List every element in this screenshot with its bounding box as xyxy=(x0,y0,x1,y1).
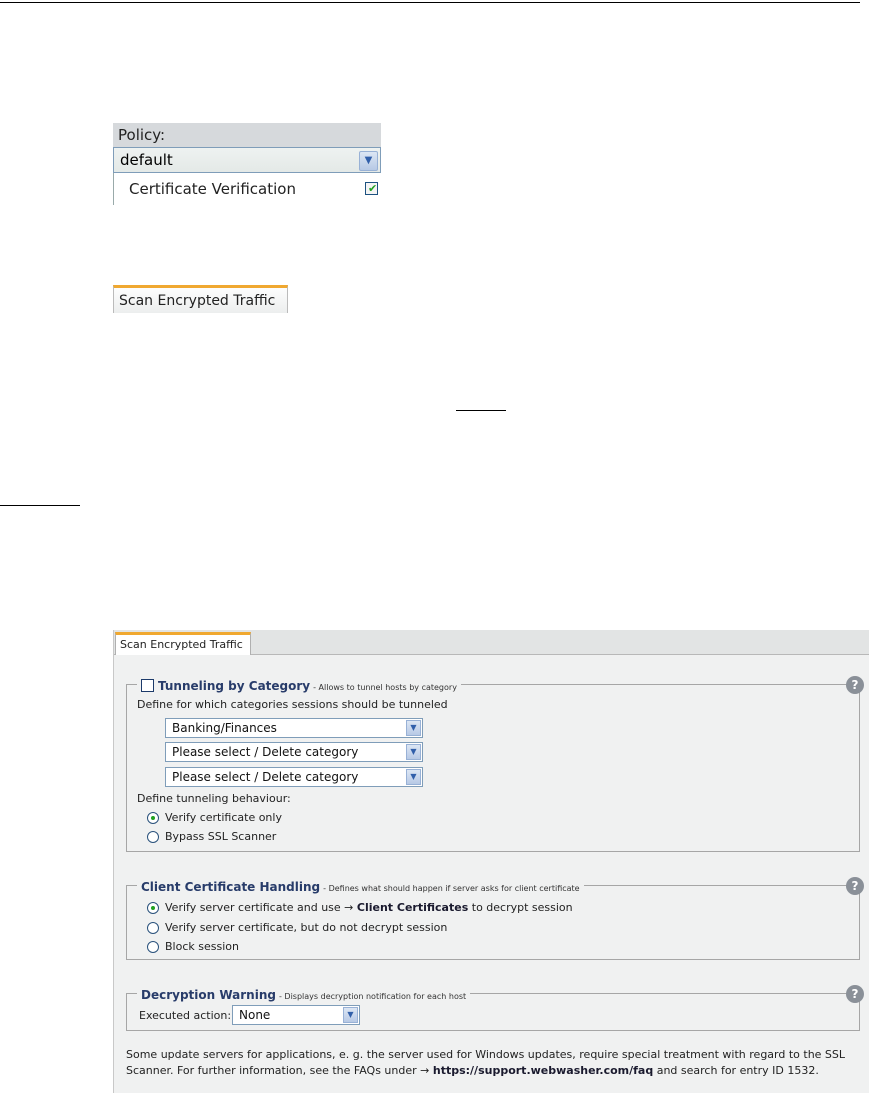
certificate-verification-row: Certificate Verification ✔ xyxy=(113,173,381,205)
chevron-down-icon[interactable]: ▼ xyxy=(359,151,378,171)
tunneling-behaviour-label: Define tunneling behaviour: xyxy=(137,792,291,805)
underline-rule xyxy=(456,410,506,411)
radio-verify-certificate-only[interactable] xyxy=(147,812,159,824)
note-line-2-prefix: Scanner. For further information, see th… xyxy=(126,1064,430,1077)
tunneling-section-title: Tunneling by Category - Allows to tunnel … xyxy=(137,676,461,694)
radio-block-session[interactable] xyxy=(147,941,159,953)
tunneling-by-category-section: Tunneling by Category - Allows to tunnel … xyxy=(126,676,864,852)
category-select-1[interactable]: Banking/Finances ▼ xyxy=(165,718,423,738)
option1-prefix: Verify server certificate and use → xyxy=(165,901,354,914)
certificate-verification-label: Certificate Verification xyxy=(129,180,296,198)
executed-action-value: None xyxy=(239,1008,271,1022)
faq-link[interactable]: https://support.webwasher.com/faq xyxy=(433,1064,653,1077)
certificate-verification-checkbox[interactable]: ✔ xyxy=(365,182,378,195)
define-categories-label: Define for which categories sessions sho… xyxy=(137,698,448,711)
client-cert-section-title: Client Certificate Handling - Defines wha… xyxy=(137,877,584,895)
help-icon[interactable]: ? xyxy=(846,877,864,895)
help-icon[interactable]: ? xyxy=(846,985,864,1003)
verify-no-decrypt-label: Verify server certificate, but do not de… xyxy=(165,921,448,934)
radio-verify-no-decrypt[interactable] xyxy=(147,922,159,934)
verify-and-decrypt-label: Verify server certificate and use → Clie… xyxy=(165,901,573,914)
policy-header: Policy: xyxy=(113,123,381,147)
scan-encrypted-traffic-panel: Scan Encrypted Traffic Tunneling by Cate… xyxy=(113,630,869,1093)
client-certificate-handling-section: Client Certificate Handling - Defines wha… xyxy=(126,877,864,960)
category-select-1-value: Banking/Finances xyxy=(172,721,277,735)
chevron-down-icon[interactable]: ▼ xyxy=(406,720,421,736)
block-session-label: Block session xyxy=(165,940,239,953)
decryption-section-title: Decryption Warning - Displays decryption … xyxy=(137,985,471,1003)
option1-suffix: to decrypt session xyxy=(471,901,573,914)
client-cert-description: - Defines what should happen if server a… xyxy=(323,884,580,893)
tab-bar: Scan Encrypted Traffic xyxy=(114,630,869,655)
executed-action-select[interactable]: None ▼ xyxy=(232,1005,360,1025)
note-line-2: Scanner. For further information, see th… xyxy=(126,1063,866,1079)
radio-bypass-ssl-scanner[interactable] xyxy=(147,831,159,843)
tab-scan-encrypted-traffic-active[interactable]: Scan Encrypted Traffic xyxy=(115,632,251,655)
category-select-3-value: Please select / Delete category xyxy=(172,770,359,784)
client-cert-title: Client Certificate Handling xyxy=(141,880,321,894)
chevron-down-icon[interactable]: ▼ xyxy=(406,769,421,785)
verify-certificate-only-label: Verify certificate only xyxy=(165,811,282,824)
category-select-3[interactable]: Please select / Delete category ▼ xyxy=(165,767,423,787)
note-line-2-suffix: and search for entry ID 1532. xyxy=(656,1064,819,1077)
note-line-1: Some update servers for applications, e.… xyxy=(126,1048,846,1061)
radio-verify-and-decrypt[interactable] xyxy=(147,902,159,914)
ssl-scanner-note: Some update servers for applications, e.… xyxy=(126,1047,866,1079)
decryption-warning-section: Decryption Warning - Displays decryption … xyxy=(126,985,864,1031)
tunneling-title: Tunneling by Category xyxy=(158,679,311,693)
policy-widget: Policy: default ▼ Certificate Verificati… xyxy=(113,123,381,205)
chevron-down-icon[interactable]: ▼ xyxy=(343,1007,358,1023)
policy-select[interactable]: default ▼ xyxy=(113,147,381,173)
top-rule xyxy=(0,2,860,3)
checkmark-icon: ✔ xyxy=(368,182,378,195)
category-select-2[interactable]: Please select / Delete category ▼ xyxy=(165,742,423,762)
decryption-title: Decryption Warning xyxy=(141,988,276,1002)
executed-action-label: Executed action: xyxy=(139,1009,232,1022)
client-certificates-link[interactable]: Client Certificates xyxy=(357,901,468,914)
chevron-down-icon[interactable]: ▼ xyxy=(406,744,421,760)
help-icon[interactable]: ? xyxy=(846,676,864,694)
decryption-description: - Displays decryption notification for e… xyxy=(278,992,467,1001)
policy-selected-value: default xyxy=(120,151,173,169)
tunneling-checkbox[interactable] xyxy=(141,679,154,692)
underline-rule-2 xyxy=(0,505,80,506)
bypass-ssl-scanner-label: Bypass SSL Scanner xyxy=(165,830,277,843)
tunneling-description: - Allows to tunnel hosts by category xyxy=(313,683,457,692)
category-select-2-value: Please select / Delete category xyxy=(172,745,359,759)
tab-scan-encrypted-traffic[interactable]: Scan Encrypted Traffic xyxy=(113,285,288,313)
